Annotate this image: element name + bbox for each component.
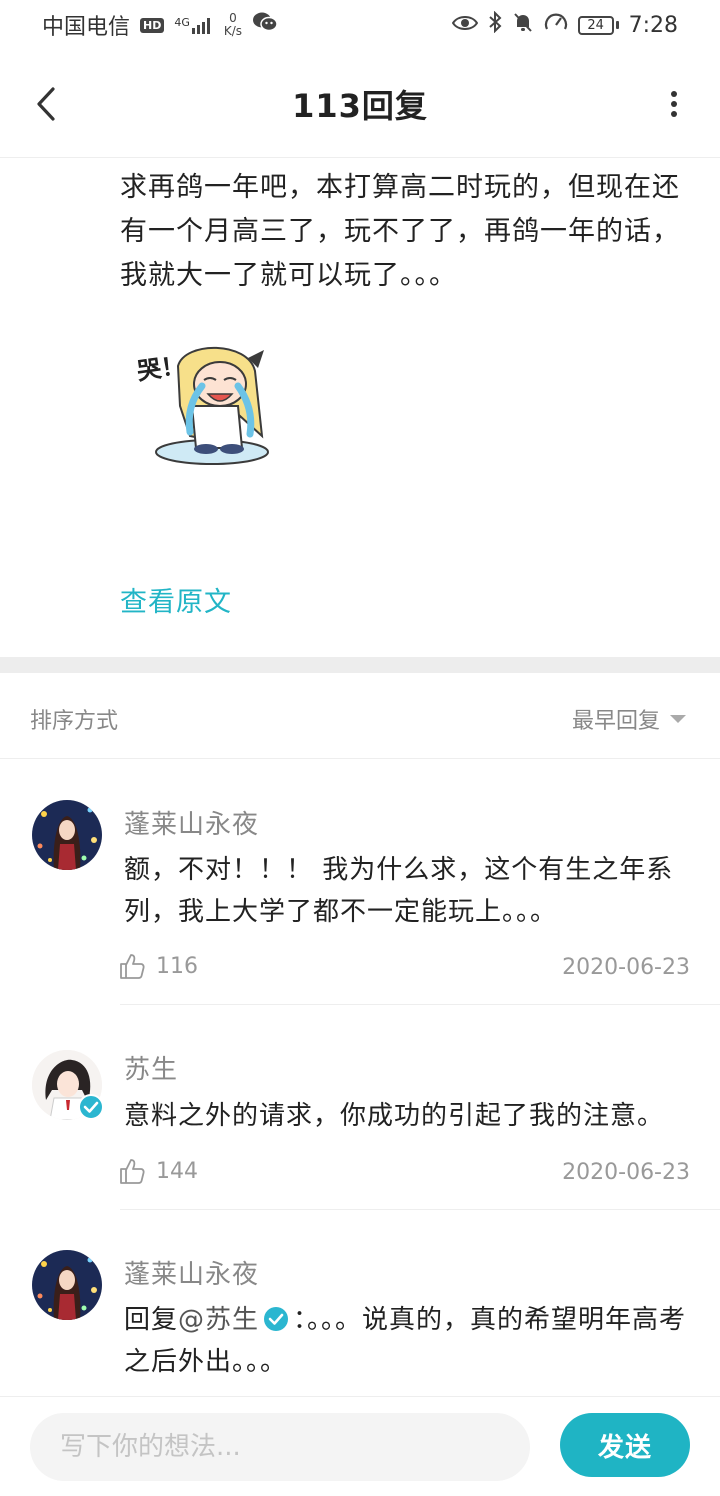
verified-badge-icon	[78, 1094, 104, 1120]
comment-username[interactable]: 苏生	[124, 1049, 178, 1086]
speedometer-icon	[544, 11, 568, 39]
back-button[interactable]	[26, 80, 66, 128]
like-button[interactable]: 116	[118, 952, 198, 980]
more-options-button[interactable]	[664, 80, 684, 128]
thumbs-up-icon	[120, 1159, 145, 1184]
comment-item: 苏生 意料之外的请求，你成功的引起了我的注意。 144 2020-06-23	[0, 1005, 720, 1210]
like-button[interactable]: 144	[118, 1157, 198, 1185]
signal-icon: 4G	[174, 16, 214, 34]
comment-item: 蓬莱山永夜 额，不对！！！ 我为什么求，这个有生之年系列，我上大学了都不一定能玩…	[0, 760, 720, 1005]
wechat-icon	[252, 11, 278, 39]
comment-item: 蓬莱山永夜 回复@苏生 ：。。。说真的，真的希望明年高考之后外出。。。	[0, 1210, 720, 1396]
comment-username[interactable]: 蓬莱山永夜	[124, 804, 259, 841]
like-count: 116	[156, 953, 198, 979]
comment-input[interactable]	[30, 1413, 530, 1481]
chevron-left-icon	[37, 87, 55, 121]
sort-dropdown[interactable]: 最早回复	[572, 703, 686, 735]
crying-sticker-image: 哭！	[130, 336, 280, 476]
reply-prefix: 回复	[124, 1305, 179, 1335]
comment-text: 回复@苏生 ：。。。说真的，真的希望明年高考之后外出。。。	[124, 1299, 690, 1383]
mention-link[interactable]: @苏生	[178, 1305, 259, 1335]
carrier-label: 中国电信	[42, 15, 131, 40]
network-type-label: 4G	[174, 16, 190, 29]
status-bar: 中国电信 HD 4G 0 K/s 24 7:28	[0, 0, 720, 50]
battery-level: 24	[577, 15, 614, 35]
network-speed: 0 K/s	[224, 12, 242, 38]
caret-down-icon	[670, 715, 686, 723]
avatar[interactable]	[32, 800, 102, 870]
sort-bar: 排序方式 最早回复	[0, 673, 720, 759]
comment-date: 2020-06-23	[562, 1160, 690, 1185]
view-original-link[interactable]: 查看原文	[120, 580, 232, 619]
mute-bell-icon	[512, 11, 534, 39]
comment-text: 意料之外的请求，你成功的引起了我的注意。	[124, 1101, 665, 1131]
comment-text: 额，不对！！！ 我为什么求，这个有生之年系列，我上大学了都不一定能玩上。。。	[124, 855, 674, 927]
bluetooth-icon	[488, 10, 502, 39]
comment-date: 2020-06-23	[562, 955, 690, 980]
more-vertical-icon	[671, 91, 677, 117]
network-speed-unit: K/s	[223, 24, 243, 38]
comment-username[interactable]: 蓬莱山永夜	[124, 1254, 259, 1291]
post-body-text: 求再鸽一年吧，本打算高二时玩的，但现在还有一个月高三了，玩不了了，再鸽一年的话，…	[120, 172, 680, 291]
avatar[interactable]	[32, 1250, 102, 1320]
page-title: 113回复	[292, 86, 428, 125]
sort-label: 排序方式	[30, 709, 119, 734]
sort-selected-value: 最早回复	[571, 709, 660, 734]
clock: 7:28	[628, 12, 678, 38]
section-divider	[0, 657, 720, 673]
verified-badge-icon	[264, 1307, 289, 1331]
hd-badge: HD	[140, 17, 165, 33]
battery-icon: 24	[577, 15, 619, 35]
eye-icon	[451, 13, 478, 38]
thumbs-up-icon	[120, 954, 145, 979]
status-bar-left: 中国电信 HD 4G 0 K/s	[42, 9, 278, 41]
send-button[interactable]: 发送	[560, 1413, 690, 1477]
status-bar-right: 24 7:28	[451, 10, 678, 39]
comment-composer: 发送	[0, 1396, 720, 1496]
top-app-bar: 113回复	[0, 50, 720, 158]
like-count: 144	[156, 1158, 198, 1184]
